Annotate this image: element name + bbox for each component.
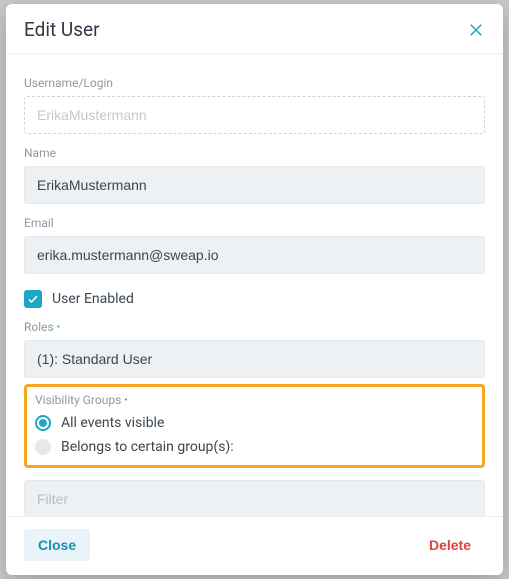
- radio-groups-label: Belongs to certain group(s):: [61, 439, 234, 455]
- modal-title: Edit User: [24, 18, 100, 41]
- delete-button[interactable]: Delete: [415, 529, 485, 561]
- close-icon[interactable]: [467, 21, 485, 39]
- email-label: Email: [24, 216, 485, 230]
- email-input[interactable]: [24, 236, 485, 274]
- radio-all-label: All events visible: [61, 415, 164, 431]
- visibility-label: Visibility Groups: [35, 393, 474, 407]
- modal-footer: Close Delete: [6, 516, 503, 575]
- radio-icon: [35, 439, 51, 455]
- username-label: Username/Login: [24, 76, 485, 90]
- roles-input[interactable]: [24, 340, 485, 378]
- edit-user-modal: Edit User Username/Login Name Email User…: [6, 4, 503, 575]
- modal-body: Username/Login Name Email User Enabled R…: [6, 54, 503, 516]
- close-button[interactable]: Close: [24, 529, 90, 561]
- user-enabled-label: User Enabled: [52, 291, 134, 307]
- filter-input[interactable]: [24, 480, 485, 516]
- radio-icon: [35, 415, 51, 431]
- roles-label: Roles: [24, 320, 485, 334]
- user-enabled-checkbox[interactable]: [24, 290, 42, 308]
- modal-header: Edit User: [6, 4, 503, 54]
- username-input: [24, 96, 485, 134]
- name-label: Name: [24, 146, 485, 160]
- radio-all-events[interactable]: All events visible: [35, 415, 474, 431]
- visibility-groups-box: Visibility Groups All events visible Bel…: [24, 384, 485, 468]
- user-enabled-row[interactable]: User Enabled: [24, 290, 485, 308]
- radio-certain-groups[interactable]: Belongs to certain group(s):: [35, 439, 474, 455]
- name-input[interactable]: [24, 166, 485, 204]
